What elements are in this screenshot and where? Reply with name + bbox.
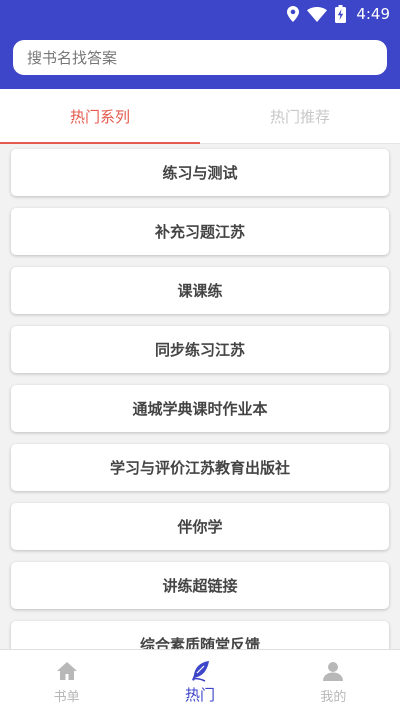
home-icon (56, 662, 77, 680)
nav-booklist[interactable]: 书单 (0, 650, 133, 712)
list-item[interactable]: 通城学典课时作业本 (11, 385, 389, 432)
feather-icon (191, 661, 209, 682)
nav-label: 书单 (53, 690, 80, 705)
list-item[interactable]: 补充习题江苏 (11, 208, 389, 255)
search-input[interactable] (25, 47, 387, 68)
wifi-icon (307, 6, 328, 22)
nav-mine[interactable]: 我的 (267, 650, 400, 712)
status-bar: 4:49 (287, 3, 390, 25)
list-item[interactable]: 学习与评价江苏教育出版社 (11, 444, 389, 491)
nav-hot[interactable]: 热门 (133, 650, 266, 712)
nav-label: 我的 (320, 690, 347, 705)
app-header: 4:49 (0, 0, 400, 89)
series-list: 练习与测试 补充习题江苏 课课练 同步练习江苏 通城学典课时作业本 学习与评价江… (0, 144, 400, 649)
list-item[interactable]: 课课练 (11, 267, 389, 314)
tab-hot-recommend[interactable]: 热门推荐 (200, 89, 400, 143)
status-time: 4:49 (356, 5, 390, 23)
bottom-nav: 书单 热门 我的 (0, 649, 400, 712)
user-icon (323, 662, 344, 681)
list-item[interactable]: 练习与测试 (11, 149, 389, 196)
tab-bar: 热门系列 热门推荐 (0, 89, 400, 144)
battery-charging-icon (335, 5, 347, 23)
tab-hot-series[interactable]: 热门系列 (0, 89, 200, 144)
list-item[interactable]: 综合素质随堂反馈 (11, 621, 389, 649)
nav-label: 热门 (184, 686, 215, 704)
list-item[interactable]: 讲练超链接 (11, 562, 389, 609)
location-icon (287, 6, 300, 22)
list-item[interactable]: 伴你学 (11, 503, 389, 550)
search-box[interactable] (13, 40, 387, 75)
list-item[interactable]: 同步练习江苏 (11, 326, 389, 373)
